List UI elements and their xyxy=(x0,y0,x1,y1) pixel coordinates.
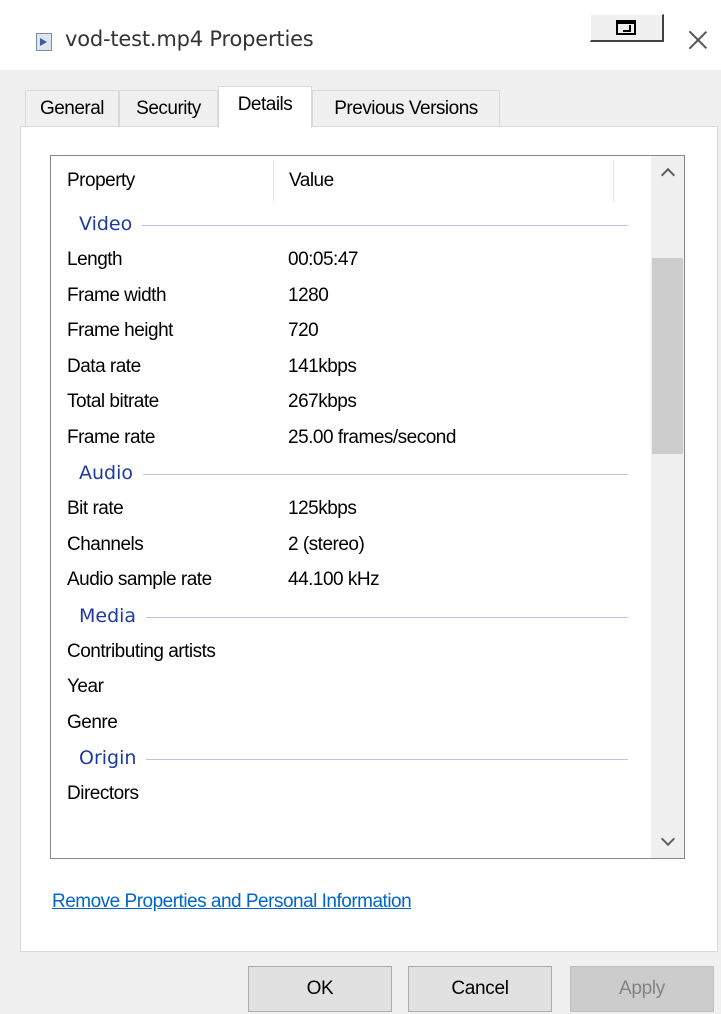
property-name: Frame width xyxy=(67,284,167,306)
tab-details[interactable]: Details xyxy=(218,86,312,128)
property-row[interactable]: Year xyxy=(51,669,646,705)
property-row[interactable]: Bit rate 125kbps xyxy=(51,491,646,527)
property-row[interactable]: Channels 2 (stereo) xyxy=(51,527,646,563)
group-header[interactable]: Video xyxy=(51,206,646,242)
column-header-value[interactable]: Value xyxy=(273,156,613,206)
details-panel: Property Value Video Length 00:05:47 Frame … xyxy=(20,126,718,952)
property-row[interactable]: Directors xyxy=(51,776,646,812)
scroll-down-button[interactable] xyxy=(651,825,684,858)
property-name: Contributing artists xyxy=(67,640,216,662)
property-name: Year xyxy=(67,676,104,697)
ok-button[interactable]: OK xyxy=(248,966,392,1012)
property-value: 25.00 frames/second xyxy=(288,426,456,448)
column-divider[interactable] xyxy=(613,160,614,202)
list-rows: Video Length 00:05:47 Frame width 1280 Frame … xyxy=(51,206,646,812)
property-row[interactable]: Data rate 141kbps xyxy=(51,349,646,385)
property-name: Genre xyxy=(67,711,118,733)
snap-window-button[interactable] xyxy=(590,14,664,42)
window-title: vod-test.mp4 Properties xyxy=(65,27,314,51)
property-name: Frame rate xyxy=(67,426,155,448)
remove-properties-link[interactable]: Remove Properties and Personal Informati… xyxy=(52,891,412,913)
chevron-up-icon xyxy=(660,167,676,183)
property-row[interactable]: Total bitrate 267kbps xyxy=(51,384,646,420)
scroll-thumb[interactable] xyxy=(652,258,683,454)
property-value: 44.100 kHz xyxy=(288,569,380,590)
property-value: 00:05:47 xyxy=(288,249,358,270)
group-divider-line xyxy=(79,616,628,618)
group-divider-line xyxy=(79,474,628,475)
property-name: Bit rate xyxy=(67,498,124,519)
close-button[interactable] xyxy=(686,28,710,52)
title-bar: vod-test.mp4 Properties xyxy=(0,0,721,70)
group-header[interactable]: Audio xyxy=(51,455,646,491)
property-row[interactable]: Contributing artists xyxy=(51,634,646,670)
property-row[interactable]: Frame rate 25.00 frames/second xyxy=(51,420,646,456)
property-name: Data rate xyxy=(67,355,141,377)
group-label: Audio xyxy=(79,455,144,491)
property-value: 125kbps xyxy=(288,498,357,519)
group-label: Video xyxy=(79,206,143,242)
video-file-icon xyxy=(36,33,52,51)
group-header[interactable]: Origin xyxy=(51,740,646,776)
property-name: Channels xyxy=(67,533,144,555)
properties-list[interactable]: Property Value Video Length 00:05:47 Frame … xyxy=(50,155,685,859)
group-header[interactable]: Media xyxy=(51,597,646,634)
property-value: 720 xyxy=(288,320,319,341)
list-header: Property Value xyxy=(51,156,646,206)
property-row[interactable]: Frame height 720 xyxy=(51,313,646,349)
property-row[interactable]: Length 00:05:47 xyxy=(51,242,646,278)
apply-button[interactable]: Apply xyxy=(570,966,714,1012)
property-value: 1280 xyxy=(288,284,329,306)
property-value: 2 (stereo) xyxy=(288,533,365,555)
scroll-up-button[interactable] xyxy=(651,156,684,189)
property-row[interactable]: Audio sample rate 44.100 kHz xyxy=(51,562,646,598)
tab-previous-versions[interactable]: Previous Versions xyxy=(312,90,500,126)
property-name: Directors xyxy=(67,783,139,804)
snap-icon xyxy=(616,20,636,35)
tab-security[interactable]: Security xyxy=(119,90,218,126)
property-name: Audio sample rate xyxy=(67,569,212,590)
property-value: 267kbps xyxy=(288,391,357,412)
property-name: Frame height xyxy=(67,320,173,341)
group-divider-line xyxy=(79,759,628,760)
group-divider-line xyxy=(79,225,628,226)
property-row[interactable]: Genre xyxy=(51,705,646,741)
vertical-scrollbar[interactable] xyxy=(651,156,684,858)
property-value: 141kbps xyxy=(288,355,357,377)
property-name: Length xyxy=(67,249,123,270)
chevron-down-icon xyxy=(660,831,676,847)
column-header-property[interactable]: Property xyxy=(51,156,273,206)
group-label: Media xyxy=(79,597,147,634)
property-name: Total bitrate xyxy=(67,391,159,412)
property-row[interactable]: Frame width 1280 xyxy=(51,278,646,314)
cancel-button[interactable]: Cancel xyxy=(408,966,552,1012)
group-label: Origin xyxy=(79,740,147,776)
tab-general[interactable]: General xyxy=(25,90,119,126)
